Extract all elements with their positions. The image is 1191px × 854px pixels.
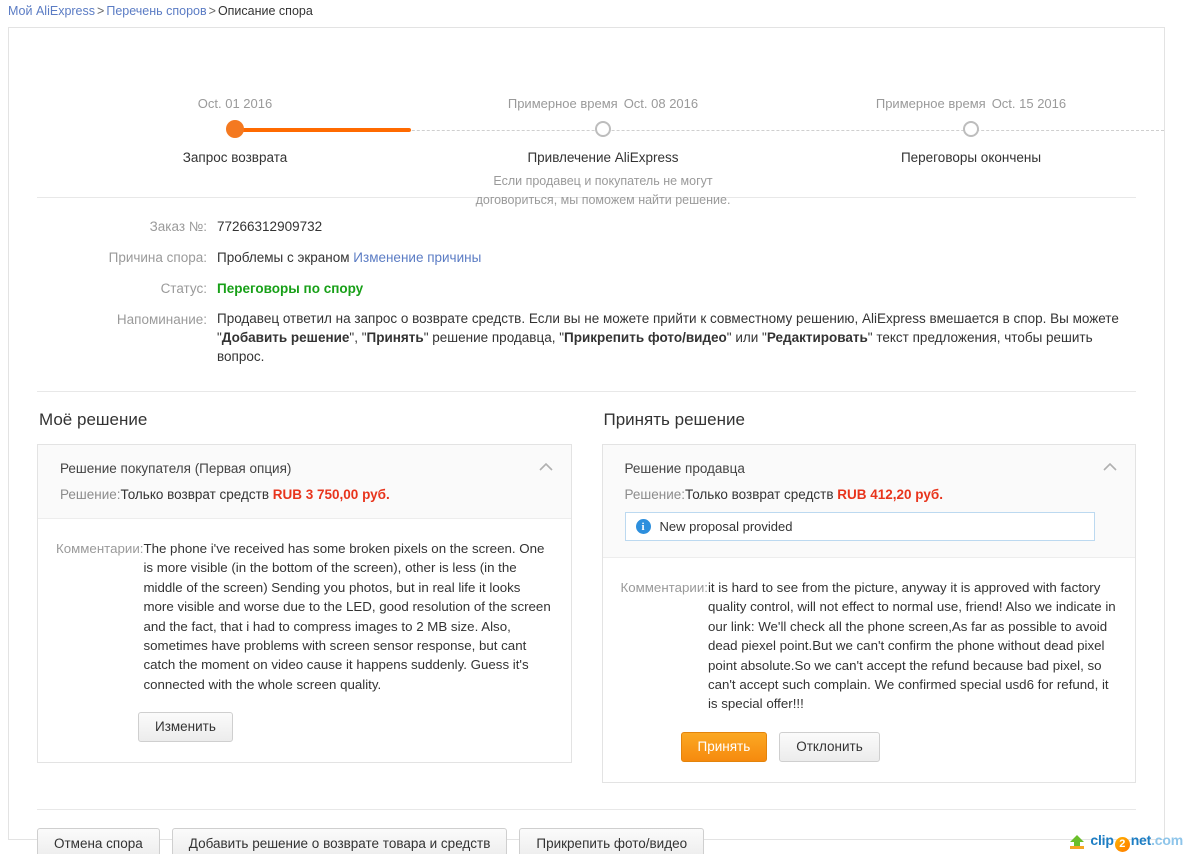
timeline-step-1-date-text: Oct. 01 2016 xyxy=(197,96,273,111)
edit-solution-button[interactable]: Изменить xyxy=(138,712,233,743)
dispute-progress-timeline: Oct. 01 2016 Запрос возврата Примерное в… xyxy=(9,62,1164,207)
seller-solution-actions: Принять Отклонить xyxy=(603,714,1136,782)
my-solution-card-header: Решение покупателя (Первая опция) Решени… xyxy=(38,445,571,519)
dispute-reason-value: Проблемы с экраном xyxy=(217,250,350,265)
watermark-brand-net: net xyxy=(1130,832,1152,848)
content-frame: Oct. 01 2016 Запрос возврата Примерное в… xyxy=(8,27,1165,854)
new-proposal-notice-text: New proposal provided xyxy=(659,519,793,534)
chevron-up-icon[interactable] xyxy=(537,459,555,477)
timeline-step-2-date-text: Oct. 08 2016 xyxy=(623,96,699,111)
my-solution-card: Решение покупателя (Первая опция) Решени… xyxy=(37,444,572,764)
my-solution-comment: Комментарии: The phone i've received has … xyxy=(56,539,553,694)
breadcrumb-item-my-aliexpress[interactable]: Мой AliExpress xyxy=(8,4,95,18)
my-solution-comment-label: Комментарии: xyxy=(56,541,144,556)
info-icon: i xyxy=(635,519,651,534)
timeline-step-2-dot xyxy=(595,121,611,137)
timeline-step-3-dot xyxy=(963,121,979,137)
seller-solution-type: Только возврат средств xyxy=(685,487,834,502)
breadcrumb: Мой AliExpress > Перечень споров > Описание … xyxy=(8,4,313,18)
footer-actions: Отмена спора Добавить решение о возврате… xyxy=(9,810,1164,854)
my-solution-comment-text: The phone i've received has some broken … xyxy=(143,541,551,692)
timeline-step-2-description: Если продавец и покупатель не могут дого… xyxy=(475,174,731,207)
watermark-brand-two: 2 xyxy=(1114,837,1130,852)
my-solution-actions: Изменить xyxy=(38,694,571,762)
reminder-label: Напоминание: xyxy=(116,312,207,327)
timeline-step-2-date: Примерное время Oct. 08 2016 xyxy=(508,96,698,111)
my-solution-amount: RUB 3 750,00 руб. xyxy=(272,487,390,502)
seller-solution-comment: Комментарии: it is hard to see from the p… xyxy=(621,578,1118,714)
timeline-step-3-estimate-label: Примерное время xyxy=(875,96,986,111)
timeline-step-2-estimate-label: Примерное время xyxy=(507,96,618,111)
clip2net-watermark: clip 2 net.com xyxy=(1068,832,1183,852)
seller-solution-summary: Решение:Только возврат средств RUB 412,2… xyxy=(625,487,1096,502)
watermark-brand-com: .com xyxy=(1151,832,1183,848)
seller-solution-label: Решение: xyxy=(624,487,686,502)
status-value-wrap: Переговоры по спору xyxy=(217,278,1164,300)
cancel-dispute-button[interactable]: Отмена спора xyxy=(37,827,160,854)
detail-row-reason: Причина спора: Проблемы с экраном Измене… xyxy=(9,247,1164,269)
order-number-label: Заказ №: xyxy=(149,219,207,234)
attach-photo-video-button[interactable]: Прикрепить фото/видео xyxy=(519,827,705,854)
status-badge: Переговоры по спору xyxy=(217,281,364,296)
dispute-detail-page: Мой AliExpress > Перечень споров > Описание … xyxy=(0,0,1191,854)
timeline-step-1-dot xyxy=(226,120,244,138)
detail-row-status: Статус: Переговоры по спору xyxy=(9,278,1164,300)
watermark-text: clip 2 net.com xyxy=(1090,832,1183,852)
breadcrumb-item-dispute-list[interactable]: Перечень споров xyxy=(106,4,206,18)
add-return-solution-button[interactable]: Добавить решение о возврате товара и сре… xyxy=(171,827,508,854)
accept-button[interactable]: Принять xyxy=(680,731,768,762)
chevron-up-icon[interactable] xyxy=(1101,459,1119,477)
timeline-step-1-label: Запрос возврата xyxy=(182,150,288,165)
new-proposal-notice: i New proposal provided xyxy=(624,512,1095,541)
detail-row-order: Заказ №: 77266312909732 xyxy=(9,216,1164,238)
accept-solution-title: Принять решение xyxy=(603,410,745,429)
seller-solution-card-header: Решение продавца Решение:Только возврат … xyxy=(602,445,1135,558)
order-number-value: 77266312909732 xyxy=(217,219,323,234)
seller-solution-comment-text: it is hard to see from the picture, anyw… xyxy=(707,580,1116,712)
timeline-step-2-label: Привлечение AliExpress xyxy=(527,150,679,165)
my-solution-card-body: Комментарии: The phone i've received has … xyxy=(38,519,571,694)
timeline-track: Oct. 01 2016 Запрос возврата Примерное в… xyxy=(9,96,1164,207)
seller-solution-card: Решение продавца Решение:Только возврат … xyxy=(601,444,1136,783)
timeline-progress-bar xyxy=(227,128,411,132)
timeline-step-3-date-text: Oct. 15 2016 xyxy=(991,96,1067,111)
seller-solution-card-title: Решение продавца xyxy=(624,461,745,476)
my-solution-card-title: Решение покупателя (Первая опция) xyxy=(60,461,292,476)
seller-solution-comment-label: Комментарии: xyxy=(620,580,708,595)
timeline-step-1-date: Oct. 01 2016 xyxy=(198,96,272,111)
change-reason-link[interactable]: Изменение причины xyxy=(353,250,481,265)
my-solution-title: Моё решение xyxy=(39,410,148,429)
dispute-reason-value-wrap: Проблемы с экраном Изменение причины xyxy=(217,247,1164,269)
breadcrumb-separator-2: > xyxy=(208,4,216,18)
breadcrumb-separator-1: > xyxy=(97,4,105,18)
reminder-text: Продавец ответил на запрос о возврате ср… xyxy=(217,311,1119,364)
dispute-details: Заказ №: 77266312909732 Причина спора: П… xyxy=(9,198,1164,391)
my-solution-label: Решение: xyxy=(60,487,121,502)
status-label: Статус: xyxy=(160,281,207,296)
detail-row-reminder: Напоминание: Продавец ответил на запрос … xyxy=(9,309,1164,366)
dispute-reason-label: Причина спора: xyxy=(108,250,207,265)
upload-arrow-icon xyxy=(1070,835,1085,849)
breadcrumb-item-dispute-detail: Описание спора xyxy=(217,4,313,18)
divider-middle xyxy=(37,391,1136,392)
timeline-step-3-label: Переговоры окончены xyxy=(900,150,1042,165)
timeline-step-3-date: Примерное время Oct. 15 2016 xyxy=(876,96,1066,111)
seller-solution-amount: RUB 412,20 руб. xyxy=(837,487,943,502)
my-solution-summary: Решение:Только возврат средств RUB 3 750… xyxy=(60,487,531,502)
my-solution-column: Моё решение Решение покупателя (Первая о… xyxy=(37,410,572,783)
accept-solution-column: Принять решение Решение продавца Решение… xyxy=(601,410,1136,783)
seller-solution-card-body: Комментарии: it is hard to see from the p… xyxy=(603,558,1136,714)
my-solution-type: Только возврат средств xyxy=(120,487,269,502)
watermark-brand-clip: clip xyxy=(1090,832,1114,848)
solutions-columns: Моё решение Решение покупателя (Первая о… xyxy=(9,410,1164,783)
decline-button[interactable]: Отклонить xyxy=(779,731,880,762)
